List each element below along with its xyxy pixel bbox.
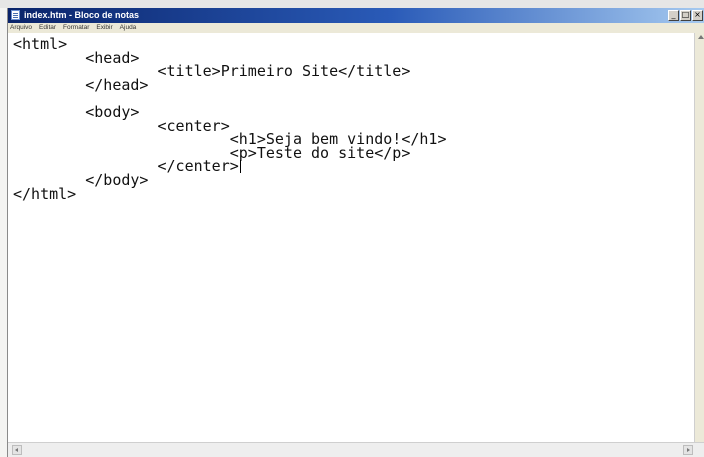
code-line: </body>: [13, 170, 149, 189]
notepad-app-icon[interactable]: [11, 10, 20, 20]
title-bar[interactable]: index.htm - Bloco de notas _ □ ×: [8, 8, 704, 23]
scroll-left-arrow-icon[interactable]: [12, 445, 22, 455]
menu-formatar[interactable]: Formatar: [63, 23, 89, 33]
scroll-right-arrow-icon[interactable]: [683, 445, 693, 455]
window-controls: _ □ ×: [667, 10, 703, 21]
menu-bar: Arquivo Editar Formatar Exibir Ajuda: [8, 23, 704, 33]
code-line: </head>: [13, 75, 149, 94]
menu-exibir[interactable]: Exibir: [96, 23, 112, 33]
menu-arquivo[interactable]: Arquivo: [10, 23, 32, 33]
text-editor[interactable]: <html> <head> <title>Primeiro Site</titl…: [8, 33, 694, 442]
maximize-button[interactable]: □: [680, 10, 691, 21]
scroll-up-arrow-icon[interactable]: [698, 35, 704, 39]
background-window-strip: [0, 0, 704, 8]
minimize-button[interactable]: _: [668, 10, 679, 21]
vertical-scrollbar[interactable]: [694, 33, 704, 442]
code-text: <html> <head> <title>Primeiro Site</titl…: [13, 37, 446, 203]
code-line: </html>: [13, 184, 77, 203]
notepad-window: index.htm - Bloco de notas _ □ × Arquivo…: [7, 8, 704, 457]
close-button[interactable]: ×: [692, 10, 703, 21]
window-title: index.htm - Bloco de notas: [24, 10, 140, 20]
menu-ajuda[interactable]: Ajuda: [120, 23, 137, 33]
text-cursor: [239, 160, 241, 174]
menu-editar[interactable]: Editar: [39, 23, 56, 33]
horizontal-scrollbar[interactable]: [8, 442, 704, 457]
